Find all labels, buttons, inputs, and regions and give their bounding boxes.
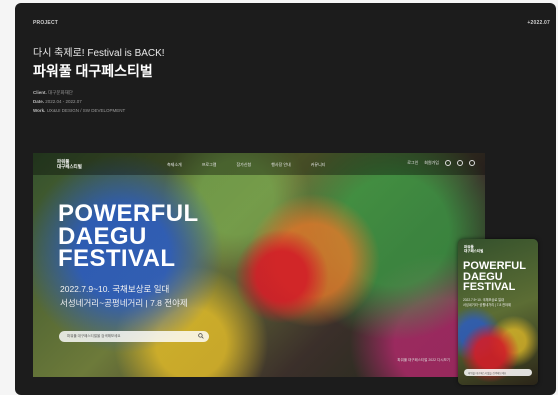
nav-item[interactable]: 축제소개 <box>167 162 182 168</box>
hero-title: POWERFUL DAEGU FESTIVAL <box>58 200 199 272</box>
login-link[interactable]: 로그인 <box>407 160 418 166</box>
nav-item[interactable]: 커뮤니티 <box>311 162 326 168</box>
hero-place: 서성네거리~공평네거리 | 7.8 전야제 <box>60 298 188 308</box>
project-label: PROJECT <box>33 20 59 26</box>
search-input[interactable]: 파워풀 대구페스티벌을 검색해보세요 <box>59 331 209 342</box>
mobile-hero-place: 서성네거리~공평네거리 | 7.8 전야제 <box>463 303 511 307</box>
search-icon[interactable] <box>198 333 204 339</box>
search-placeholder: 파워풀 대구페스티벌을 검색해보세요 <box>67 334 121 338</box>
site-header: 파워풀 대구페스티벌 축제소개 프로그램 참가신청 행사장 안내 커뮤니티 로그… <box>33 153 485 175</box>
mobile-logo[interactable]: 파워풀 대구페스티벌 <box>464 245 483 253</box>
mobile-mockup: 파워풀 대구페스티벌 POWERFUL DAEGU FESTIVAL 2022.… <box>458 239 538 385</box>
language-icon[interactable] <box>457 160 463 166</box>
menu-icon[interactable] <box>469 160 475 166</box>
mobile-search-placeholder: 파워풀 대구페스티벌을 검색해보세요 <box>468 372 507 375</box>
util-nav: 로그인 회원가입 <box>407 160 475 166</box>
signup-link[interactable]: 회원가입 <box>424 160 439 166</box>
project-title: 파워풀 대구페스티벌 <box>33 63 153 79</box>
nav-item[interactable]: 프로그램 <box>202 162 217 168</box>
nav-item[interactable]: 행사장 안내 <box>271 162 291 168</box>
mobile-hero-title: POWERFUL DAEGU FESTIVAL <box>463 260 526 293</box>
project-subtitle: 다시 축제로! Festival is BACK! <box>33 48 165 59</box>
project-card: PROJECT +2022.07 다시 축제로! Festival is BAC… <box>15 3 556 395</box>
site-logo[interactable]: 파워풀 대구페스티벌 <box>57 159 82 169</box>
desktop-mockup: 파워풀 대구페스티벌 축제소개 프로그램 참가신청 행사장 안내 커뮤니티 로그… <box>33 153 485 377</box>
meta-work: Work. UX&UI DESIGN / SW DEVELOPMENT <box>33 108 126 113</box>
replay-link[interactable]: 파워풀 대구페스티벌 2022 다시보기 <box>397 358 450 363</box>
hero-date: 2022.7.9~10. 국채보상로 일대 <box>60 284 170 294</box>
main-nav: 축제소개 프로그램 참가신청 행사장 안내 커뮤니티 <box>167 162 325 168</box>
search-icon[interactable] <box>445 160 451 166</box>
mobile-search-input[interactable]: 파워풀 대구페스티벌을 검색해보세요 <box>464 369 532 376</box>
nav-item[interactable]: 참가신청 <box>236 162 251 168</box>
meta-date: Date. 2022.04 - 2022.07 <box>33 99 82 104</box>
meta-client: Client. 대구문화재단 <box>33 90 73 95</box>
year-label: +2022.07 <box>527 20 550 26</box>
